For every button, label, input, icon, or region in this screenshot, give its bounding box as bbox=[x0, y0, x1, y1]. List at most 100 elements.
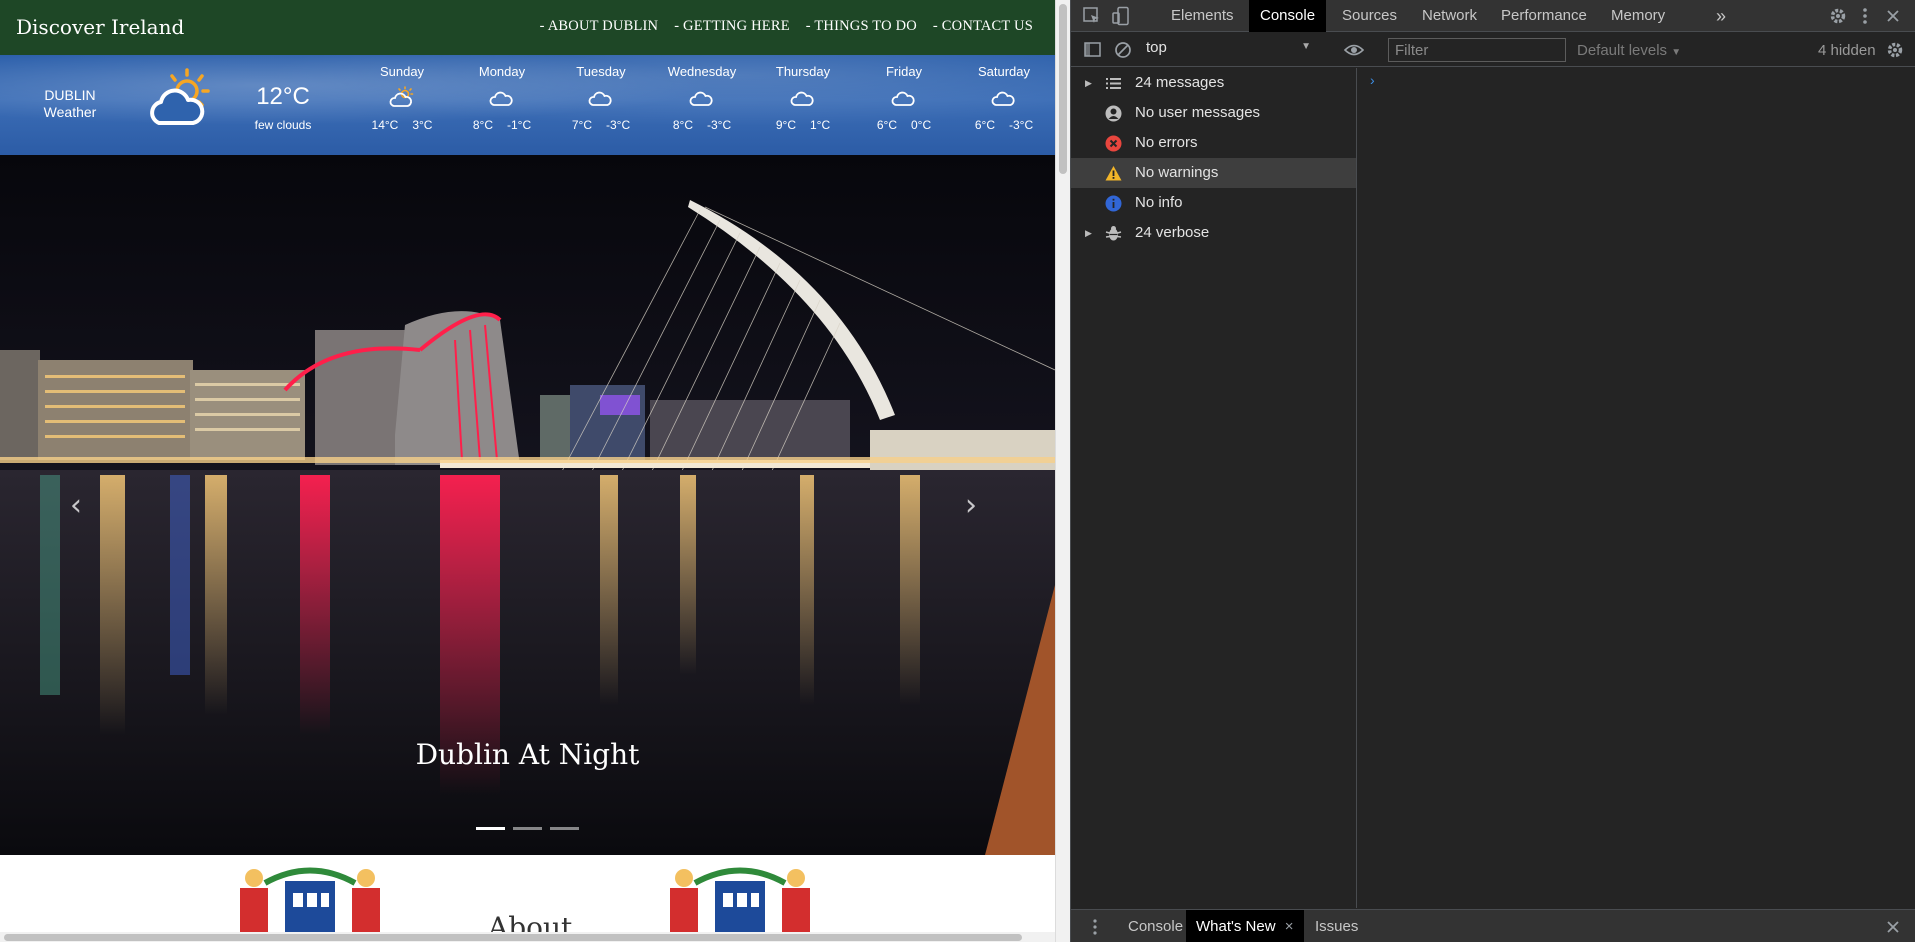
console-sidebar: ▶ 24 messages No user messages No errors… bbox=[1071, 68, 1357, 908]
sidebar-item-label: No info bbox=[1135, 194, 1183, 211]
nav-about-dublin[interactable]: - ABOUT DUBLIN bbox=[540, 18, 659, 35]
sidebar-toggle-icon[interactable] bbox=[1083, 40, 1103, 60]
devtools-tabbar: Elements Console Sources Network Perform… bbox=[1071, 0, 1915, 32]
drawer-menu-icon[interactable] bbox=[1085, 917, 1105, 937]
current-temperature: 12°C bbox=[256, 83, 310, 110]
forecast-low: 3°C bbox=[412, 118, 433, 132]
sidebar-item-messages[interactable]: ▶ 24 messages bbox=[1071, 68, 1356, 98]
user-icon bbox=[1105, 105, 1122, 122]
forecast-low: -3°C bbox=[606, 118, 631, 132]
nav-getting-here[interactable]: - GETTING HERE bbox=[674, 18, 790, 35]
console-filter-input[interactable] bbox=[1388, 38, 1566, 62]
forecast-day-name: Saturday bbox=[977, 64, 1031, 79]
expand-arrow-icon[interactable]: ▶ bbox=[1085, 68, 1092, 98]
forecast-day: Monday 8°C -1°C bbox=[460, 64, 544, 132]
sidebar-item-errors[interactable]: No errors bbox=[1071, 128, 1356, 158]
tab-elements[interactable]: Elements bbox=[1160, 0, 1245, 32]
cloud-icon bbox=[790, 91, 814, 106]
site-brand[interactable]: Discover Ireland bbox=[16, 15, 184, 39]
chevron-left-icon: ‹ bbox=[70, 488, 82, 523]
hidden-messages-count: 4 hidden bbox=[1818, 42, 1876, 59]
forecast-high: 7°C bbox=[571, 118, 592, 132]
carousel-next-button[interactable]: › bbox=[965, 488, 977, 523]
drawer-tab-label: What's New bbox=[1196, 918, 1276, 935]
forecast-low: 0°C bbox=[911, 118, 932, 132]
device-toolbar-icon[interactable] bbox=[1111, 6, 1131, 26]
log-levels-label: Default levels bbox=[1577, 42, 1668, 59]
sidebar-item-info[interactable]: No info bbox=[1071, 188, 1356, 218]
forecast-high: 6°C bbox=[974, 118, 995, 132]
tab-console[interactable]: Console bbox=[1249, 0, 1327, 32]
vertical-scrollbar[interactable] bbox=[1055, 0, 1070, 942]
scrollbar-thumb[interactable] bbox=[4, 934, 1022, 941]
context-value: top bbox=[1146, 39, 1167, 56]
nav-things-to-do[interactable]: - THINGS TO DO bbox=[806, 18, 917, 35]
console-toolbar: top ▼ Default levels ▼ 4 hidden bbox=[1071, 33, 1915, 67]
weather-city: DUBLIN bbox=[44, 87, 96, 103]
forecast-day-name: Thursday bbox=[775, 64, 831, 79]
forecast-day-name: Sunday bbox=[379, 64, 425, 79]
weather-location: DUBLIN Weather bbox=[30, 87, 110, 121]
console-output[interactable]: › bbox=[1358, 68, 1915, 908]
clear-console-icon[interactable] bbox=[1113, 40, 1133, 60]
sidebar-item-warnings[interactable]: No warnings bbox=[1071, 158, 1356, 188]
nav-contact-us[interactable]: - CONTACT US bbox=[933, 18, 1033, 35]
weather-description: few clouds bbox=[254, 118, 312, 132]
list-icon bbox=[1106, 78, 1121, 89]
website-viewport: Discover Ireland - ABOUT DUBLIN - GETTIN… bbox=[0, 0, 1055, 942]
sidebar-item-verbose[interactable]: ▶ 24 verbose bbox=[1071, 218, 1356, 248]
inspect-element-icon[interactable] bbox=[1082, 6, 1102, 26]
weather-city-subtitle: Weather bbox=[43, 104, 97, 120]
forecast-day-name: Wednesday bbox=[667, 64, 737, 79]
expand-arrow-icon[interactable]: ▶ bbox=[1085, 218, 1092, 248]
forecast-day: Wednesday 8°C -3°C bbox=[660, 64, 744, 132]
close-tab-icon[interactable]: × bbox=[1285, 918, 1294, 935]
error-icon bbox=[1105, 135, 1122, 152]
forecast-day-name: Friday bbox=[885, 64, 923, 79]
devtools-drawer: Console What's New × Issues bbox=[1071, 909, 1915, 942]
horizontal-scrollbar[interactable] bbox=[0, 932, 1055, 942]
context-selector[interactable]: top ▼ bbox=[1146, 39, 1311, 61]
hero-caption: Dublin At Night bbox=[415, 738, 640, 771]
dublin-crest-image bbox=[670, 867, 810, 933]
carousel-indicator[interactable] bbox=[550, 827, 579, 830]
forecast-day-name: Tuesday bbox=[576, 64, 626, 79]
forecast-day: Sunday 14°C 3°C bbox=[360, 64, 444, 132]
drawer-tab-console[interactable]: Console bbox=[1118, 910, 1193, 942]
tab-network[interactable]: Network bbox=[1411, 0, 1488, 32]
cloud-icon bbox=[588, 91, 612, 106]
tab-memory[interactable]: Memory bbox=[1600, 0, 1676, 32]
warning-icon bbox=[1105, 166, 1122, 181]
settings-gear-icon[interactable] bbox=[1828, 6, 1848, 26]
tab-sources[interactable]: Sources bbox=[1331, 0, 1408, 32]
more-tabs-button[interactable]: » bbox=[1705, 0, 1737, 32]
drawer-tab-issues[interactable]: Issues bbox=[1305, 910, 1368, 942]
forecast-high: 8°C bbox=[472, 118, 493, 132]
carousel-indicator[interactable] bbox=[476, 827, 505, 830]
console-prompt-icon[interactable]: › bbox=[1370, 72, 1375, 88]
live-expression-eye-icon[interactable] bbox=[1344, 40, 1364, 60]
sidebar-item-label: 24 messages bbox=[1135, 74, 1225, 91]
close-devtools-icon[interactable] bbox=[1883, 6, 1903, 26]
sidebar-item-label: No errors bbox=[1135, 134, 1198, 151]
console-settings-gear-icon[interactable] bbox=[1885, 40, 1905, 60]
chevron-right-icon: › bbox=[965, 488, 977, 523]
kebab-menu-icon[interactable] bbox=[1855, 6, 1875, 26]
cloud-icon bbox=[489, 91, 513, 106]
drawer-tab-whats-new[interactable]: What's New × bbox=[1186, 910, 1304, 942]
cloud-icon bbox=[891, 91, 915, 106]
sidebar-item-user-messages[interactable]: No user messages bbox=[1071, 98, 1356, 128]
close-drawer-icon[interactable] bbox=[1883, 917, 1903, 937]
carousel-prev-button[interactable]: ‹ bbox=[70, 488, 82, 523]
forecast-low: -3°C bbox=[1009, 118, 1034, 132]
log-levels-dropdown[interactable]: Default levels ▼ bbox=[1577, 42, 1681, 59]
tab-performance[interactable]: Performance bbox=[1490, 0, 1598, 32]
carousel-indicator[interactable] bbox=[513, 827, 542, 830]
sun-cloud-icon bbox=[389, 86, 414, 107]
sidebar-item-label: No warnings bbox=[1135, 164, 1219, 181]
scrollbar-thumb[interactable] bbox=[1059, 4, 1067, 174]
bug-icon bbox=[1105, 226, 1122, 241]
forecast-day: Thursday 9°C 1°C bbox=[761, 64, 845, 132]
forecast-day-name: Monday bbox=[478, 64, 526, 79]
info-icon bbox=[1105, 195, 1122, 212]
